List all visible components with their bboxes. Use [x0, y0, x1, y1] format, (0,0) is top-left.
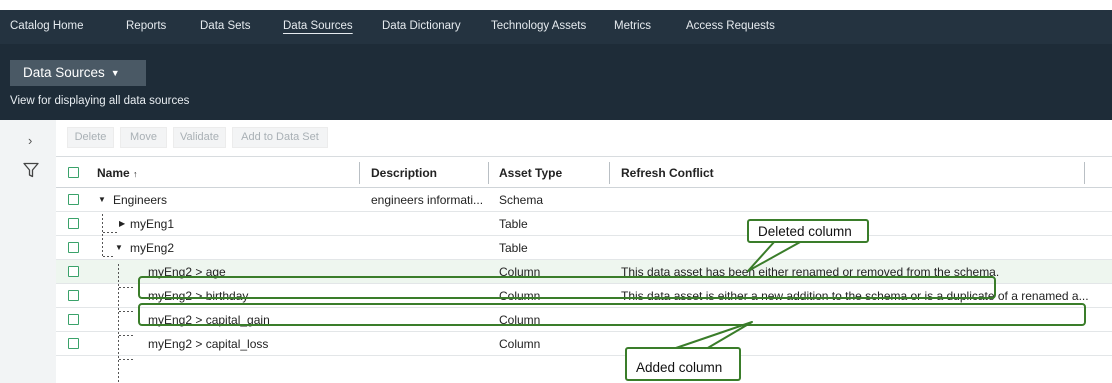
row-checkbox[interactable]: [68, 242, 79, 253]
table-header: Name ↑ Description Asset Type Refresh Co…: [56, 156, 1112, 188]
move-button[interactable]: Move: [120, 127, 167, 148]
add-to-data-set-button[interactable]: Add to Data Set: [232, 127, 328, 148]
caret-down-icon: ▼: [110, 68, 120, 78]
nav-reports[interactable]: Reports: [126, 20, 166, 32]
row-asset-type: Table: [499, 241, 528, 255]
table-row[interactable]: ▶ myEng1 Table: [56, 212, 1112, 236]
caret-down-icon[interactable]: ▼: [115, 243, 123, 252]
nav-data-dictionary[interactable]: Data Dictionary: [382, 20, 461, 32]
left-sidebar: ›: [0, 120, 56, 383]
table-row[interactable]: ▼ myEng2 Table: [56, 236, 1112, 260]
nav-metrics[interactable]: Metrics: [614, 20, 651, 32]
nav-access-requests[interactable]: Access Requests: [686, 20, 775, 32]
column-divider[interactable]: [359, 162, 360, 184]
nav-technology-assets[interactable]: Technology Assets: [491, 20, 586, 32]
delete-button[interactable]: Delete: [67, 127, 114, 148]
row-checkbox[interactable]: [68, 314, 79, 325]
chevron-right-icon[interactable]: ›: [28, 133, 32, 148]
column-divider[interactable]: [1084, 162, 1085, 184]
row-checkbox[interactable]: [68, 290, 79, 301]
table-row[interactable]: myEng2 > capital_loss Column: [56, 332, 1112, 356]
added-row-highlight: [138, 303, 1086, 326]
page-title: Data Sources: [23, 65, 105, 80]
select-all-checkbox[interactable]: [68, 167, 79, 178]
validate-button[interactable]: Validate: [173, 127, 226, 148]
sort-ascending-icon: ↑: [133, 169, 138, 179]
row-asset-type: Table: [499, 217, 528, 231]
row-name[interactable]: myEng2 > capital_loss: [148, 337, 268, 351]
row-asset-type: Column: [499, 337, 541, 351]
row-name[interactable]: myEng1: [130, 217, 174, 231]
row-asset-type: Schema: [499, 193, 544, 207]
nav-catalog-home[interactable]: Catalog Home: [10, 20, 84, 32]
column-divider[interactable]: [488, 162, 489, 184]
deleted-row-highlight: [138, 276, 996, 299]
row-name[interactable]: myEng2: [130, 241, 174, 255]
row-checkbox[interactable]: [68, 194, 79, 205]
nav-data-sources[interactable]: Data Sources: [283, 20, 353, 32]
added-column-callout: Added column: [625, 347, 741, 381]
nav-data-sets[interactable]: Data Sets: [200, 20, 251, 32]
column-header-description[interactable]: Description: [371, 166, 437, 180]
column-header-name[interactable]: Name ↑: [97, 166, 138, 180]
column-header-asset-type[interactable]: Asset Type: [499, 166, 562, 180]
row-description: engineers informati...: [371, 193, 484, 207]
column-header-refresh-conflict[interactable]: Refresh Conflict: [621, 166, 714, 180]
column-divider[interactable]: [609, 162, 610, 184]
caret-right-icon[interactable]: ▶: [119, 219, 125, 228]
row-checkbox[interactable]: [68, 218, 79, 229]
row-checkbox[interactable]: [68, 338, 79, 349]
caret-down-icon[interactable]: ▼: [98, 195, 106, 204]
funnel-icon[interactable]: [23, 162, 39, 178]
page-subtitle: View for displaying all data sources: [10, 95, 190, 107]
page-header: Data Sources ▼ View for displaying all da…: [0, 44, 1112, 120]
deleted-column-callout: Deleted column: [747, 219, 869, 243]
data-sources-dropdown[interactable]: Data Sources ▼: [10, 60, 146, 86]
top-nav: Catalog Home Reports Data Sets Data Sour…: [0, 10, 1112, 44]
row-name[interactable]: Engineers: [113, 193, 167, 207]
table-row[interactable]: ▼ Engineers engineers informati... Schem…: [56, 188, 1112, 212]
row-checkbox[interactable]: [68, 266, 79, 277]
